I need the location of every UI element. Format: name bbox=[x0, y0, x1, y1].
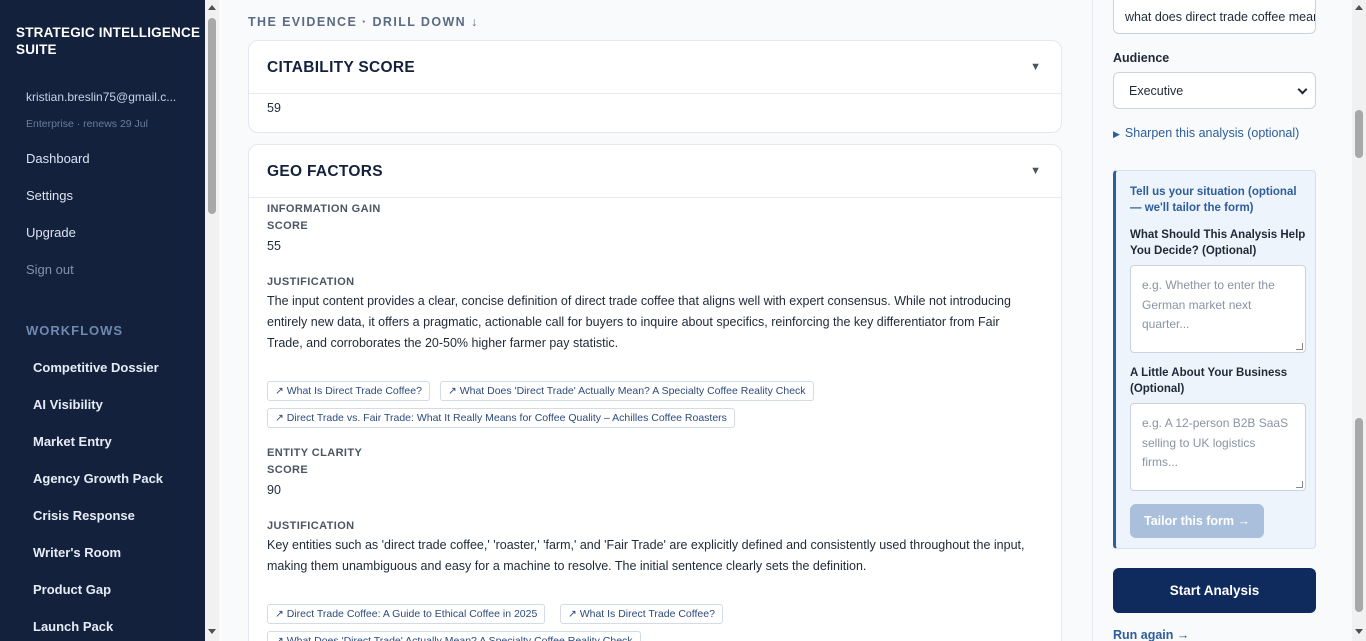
disclosure-triangle-icon: ▶ bbox=[1113, 129, 1120, 139]
score-label: SCORE bbox=[267, 464, 309, 476]
nav-settings[interactable]: Settings bbox=[26, 188, 73, 203]
source-link[interactable]: ↗ What Is Direct Trade Coffee? bbox=[560, 604, 723, 624]
scroll-down-arrow-icon[interactable] bbox=[208, 629, 216, 634]
audience-select[interactable]: Executive bbox=[1113, 72, 1316, 109]
source-link[interactable]: ↗ Direct Trade Coffee: A Guide to Ethica… bbox=[267, 604, 546, 624]
card-divider bbox=[249, 93, 1061, 94]
audience-selected-value: Executive bbox=[1129, 84, 1184, 98]
account-email: kristian.breslin75@gmail.c... bbox=[26, 90, 177, 104]
workflow-writers-room[interactable]: Writer's Room bbox=[33, 545, 121, 560]
tailor-title: Tell us your situation (optional — we'll… bbox=[1130, 186, 1297, 214]
source-link[interactable]: ↗ Direct Trade vs. Fair Trade: What It R… bbox=[267, 408, 735, 428]
source-link[interactable]: ↗ What Does 'Direct Trade' Actually Mean… bbox=[267, 631, 641, 641]
geo-factors-title[interactable]: GEO FACTORS bbox=[267, 163, 383, 181]
workflow-market-entry[interactable]: Market Entry bbox=[33, 434, 112, 449]
workflow-ai-visibility[interactable]: AI Visibility bbox=[33, 397, 103, 412]
decision-question-label: What Should This Analysis Help You Decid… bbox=[1130, 229, 1306, 257]
justification-text: Key entities such as 'direct trade coffe… bbox=[267, 538, 1025, 573]
run-again-link[interactable]: Run again → bbox=[1113, 628, 1189, 641]
source-link[interactable]: ↗ What Does 'Direct Trade' Actually Mean… bbox=[440, 381, 814, 401]
scroll-up-arrow-icon[interactable] bbox=[1355, 5, 1363, 10]
geo-factors-card: GEO FACTORS ▼ INFORMATION GAIN SCORE 55 … bbox=[248, 144, 1062, 641]
start-analysis-button[interactable]: Start Analysis bbox=[1113, 568, 1316, 613]
score-value: 55 bbox=[267, 239, 281, 253]
decision-placeholder: e.g. Whether to enter the German market … bbox=[1142, 278, 1275, 331]
scroll-thumb[interactable] bbox=[1355, 110, 1363, 158]
source-link[interactable]: ↗ What Is Direct Trade Coffee? bbox=[267, 381, 430, 401]
sharpen-label: Sharpen this analysis (optional) bbox=[1124, 126, 1300, 140]
business-placeholder: e.g. A 12-person B2B SaaS selling to UK … bbox=[1142, 416, 1289, 469]
citability-score-value: 59 bbox=[267, 101, 281, 115]
resize-handle-icon[interactable] bbox=[1296, 481, 1303, 488]
justification-label: JUSTIFICATION bbox=[267, 276, 355, 288]
sidebar: STRATEGIC INTELLIGENCE SUITE kristian.br… bbox=[0, 0, 205, 641]
nav-sign-out[interactable]: Sign out bbox=[26, 262, 74, 277]
card-divider bbox=[249, 197, 1061, 198]
evidence-heading: THE EVIDENCE · DRILL DOWN ↓ bbox=[248, 15, 479, 29]
factor-name: ENTITY CLARITY bbox=[267, 447, 363, 459]
citability-title[interactable]: CITABILITY SCORE bbox=[267, 59, 415, 77]
main-scrollbar[interactable] bbox=[205, 0, 219, 641]
score-value: 90 bbox=[267, 483, 281, 497]
workflow-competitive-dossier[interactable]: Competitive Dossier bbox=[33, 360, 159, 375]
resize-handle-icon[interactable] bbox=[1296, 343, 1303, 350]
factor-name: INFORMATION GAIN bbox=[267, 203, 381, 215]
plan-status: Enterprise · renews 29 Jul bbox=[26, 118, 148, 130]
business-field[interactable]: e.g. A 12-person B2B SaaS selling to UK … bbox=[1130, 403, 1306, 491]
nav-upgrade[interactable]: Upgrade bbox=[26, 225, 76, 240]
nav-dashboard[interactable]: Dashboard bbox=[26, 151, 90, 166]
collapse-caret-icon[interactable]: ▼ bbox=[1030, 61, 1041, 73]
decision-question-field[interactable]: e.g. Whether to enter the German market … bbox=[1130, 265, 1306, 353]
panel-scrollbar[interactable] bbox=[1352, 0, 1366, 641]
collapse-caret-icon[interactable]: ▼ bbox=[1030, 165, 1041, 177]
justification-label: JUSTIFICATION bbox=[267, 520, 355, 532]
tailor-form: Tell us your situation (optional — we'll… bbox=[1113, 170, 1316, 549]
scroll-up-arrow-icon[interactable] bbox=[208, 5, 216, 10]
chevron-down-icon bbox=[1297, 84, 1308, 95]
scroll-down-arrow-icon[interactable] bbox=[1355, 629, 1363, 634]
workflow-product-gap[interactable]: Product Gap bbox=[33, 582, 111, 597]
workflow-launch-pack[interactable]: Launch Pack bbox=[33, 619, 113, 634]
query-input[interactable]: what does direct trade coffee mean bbox=[1113, 0, 1316, 34]
workflow-agency-growth-pack[interactable]: Agency Growth Pack bbox=[33, 471, 163, 486]
brand-title: STRATEGIC INTELLIGENCE SUITE bbox=[16, 25, 201, 57]
citability-card: CITABILITY SCORE ▼ 59 bbox=[248, 40, 1062, 133]
workflow-crisis-response[interactable]: Crisis Response bbox=[33, 508, 135, 523]
scroll-thumb[interactable] bbox=[208, 18, 216, 214]
business-label: A Little About Your Business (Optional) bbox=[1130, 367, 1288, 395]
tailor-form-button[interactable]: Tailor this form → bbox=[1130, 504, 1264, 538]
sharpen-toggle[interactable]: ▶ Sharpen this analysis (optional) bbox=[1113, 126, 1299, 140]
scroll-thumb[interactable] bbox=[1355, 418, 1363, 612]
workflows-heading: WORKFLOWS bbox=[26, 323, 124, 338]
justification-text: The input content provides a clear, conc… bbox=[267, 294, 1011, 350]
main-content: THE EVIDENCE · DRILL DOWN ↓ CITABILITY S… bbox=[219, 0, 1092, 641]
analysis-panel: what does direct trade coffee mean Audie… bbox=[1092, 0, 1366, 641]
score-label: SCORE bbox=[267, 220, 309, 232]
audience-label: Audience bbox=[1113, 51, 1170, 65]
